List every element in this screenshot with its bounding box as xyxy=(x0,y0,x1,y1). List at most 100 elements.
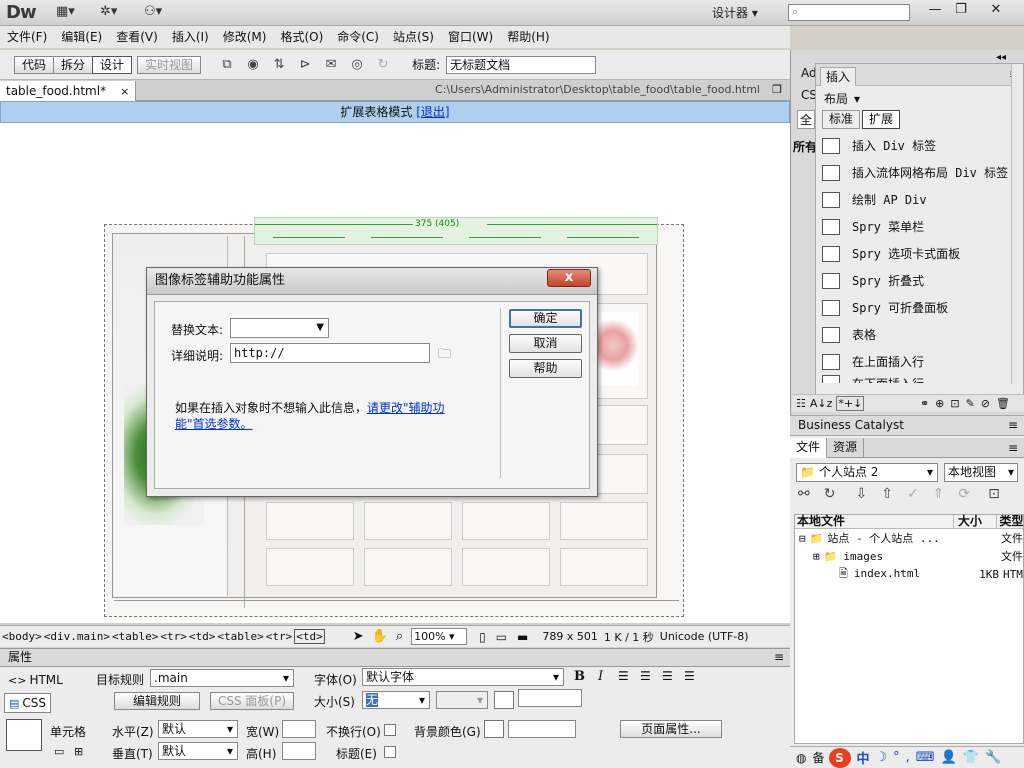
col-type[interactable]: 类型 xyxy=(996,515,1023,528)
panel-tab-all-rules[interactable]: 所有 xyxy=(793,138,817,155)
table-item[interactable]: 表格 xyxy=(816,321,1011,348)
table-width-guide[interactable]: 375 (405) xyxy=(254,217,658,245)
alt-text-combo[interactable]: ▼ xyxy=(230,318,329,338)
live-view-button[interactable]: 实时视图 xyxy=(137,55,202,74)
css-panel-button[interactable]: CSS 面板(P) xyxy=(210,692,294,710)
multiscreen-icon[interactable]: ⧉ xyxy=(214,57,240,72)
browser-compat-icon[interactable]: ✉ xyxy=(318,57,344,72)
collapse-panels-icon[interactable]: ◂◂ xyxy=(996,52,1006,63)
sync-icon[interactable]: ⟳ xyxy=(958,486,970,502)
panel-menu-icon[interactable]: ≡ xyxy=(1008,416,1018,435)
text-color-input[interactable] xyxy=(518,689,582,707)
edit-rule-button[interactable]: 编辑规则 xyxy=(114,692,200,710)
css-actions-icons[interactable]: ⚭⊕⊡✎⊘🗑 xyxy=(920,397,1016,410)
spry-menubar-item[interactable]: Spry 菜单栏 xyxy=(816,213,1011,240)
site-icon[interactable]: ⚇▾ xyxy=(144,4,178,22)
menu-format[interactable]: 格式(O) xyxy=(273,26,330,48)
menu-help[interactable]: 帮助(H) xyxy=(500,26,556,48)
tag-tr-inner[interactable]: <tr> xyxy=(266,630,293,643)
folder-browse-icon[interactable]: 🗀 xyxy=(438,345,451,367)
table-cell[interactable] xyxy=(364,548,452,586)
dialog-close-button[interactable]: x xyxy=(547,269,591,287)
site-root-row[interactable]: ⊟ 📁 站点 - 个人站点 ... 文件 xyxy=(795,529,1023,547)
page-properties-button[interactable]: 页面属性... xyxy=(620,720,722,738)
menu-window[interactable]: 窗口(W) xyxy=(441,26,500,48)
refresh-icon[interactable]: ↻ xyxy=(824,486,836,502)
panel-menu-icon[interactable]: ≡ xyxy=(774,649,784,666)
tab-table-food[interactable]: table_food.html* × xyxy=(0,81,137,101)
menu-edit[interactable]: 编辑(E) xyxy=(54,26,109,48)
size-unit-select[interactable]: ▾ xyxy=(436,691,488,709)
zoom-tool-icon[interactable]: ⌕ xyxy=(396,629,403,644)
table-cell[interactable] xyxy=(462,548,550,586)
design-view-button[interactable]: 设计 xyxy=(92,55,133,74)
spry-collapsible-item[interactable]: Spry 可折叠面板 xyxy=(816,294,1011,321)
align-justify-icon[interactable]: ☰ xyxy=(684,669,695,683)
nowrap-checkbox[interactable] xyxy=(384,724,396,736)
align-left-icon[interactable]: ☰ xyxy=(618,669,629,683)
spry-tabbed-panels-item[interactable]: Spry 选项卡式面板 xyxy=(816,240,1011,267)
expand-icon[interactable]: ⊡ xyxy=(988,486,1000,502)
menu-commands[interactable]: 命令(C) xyxy=(330,26,386,48)
preview-browser-icon[interactable]: ◉ xyxy=(240,57,266,72)
menu-view[interactable]: 查看(V) xyxy=(109,26,165,48)
phone-size-icon[interactable]: ▯ xyxy=(479,630,486,644)
title-input[interactable]: 无标题文档 xyxy=(446,55,597,74)
ok-button[interactable]: 确定 xyxy=(509,309,582,328)
collapse-icon[interactable]: ⊟ xyxy=(799,532,806,545)
close-window-button[interactable]: ✕ xyxy=(976,1,1016,20)
spry-accordion-item[interactable]: Spry 折叠式 xyxy=(816,267,1011,294)
layout-icon[interactable]: ▦▾ xyxy=(56,4,90,22)
connect-icon[interactable]: ⚯ xyxy=(798,486,810,502)
ime-tools-icons[interactable]: ☽°,⌨👤👕🔧 xyxy=(876,750,1008,765)
bold-button[interactable]: B xyxy=(574,669,585,684)
height-input[interactable] xyxy=(282,742,316,760)
split-view-button[interactable]: 拆分 xyxy=(53,55,94,74)
chevron-down-icon[interactable]: ▼ xyxy=(316,319,324,337)
cancel-button[interactable]: 取消 xyxy=(509,334,582,353)
text-color-swatch[interactable] xyxy=(494,691,514,709)
horz-select[interactable]: 默认 ▾ xyxy=(158,720,238,738)
bg-color-swatch[interactable] xyxy=(484,720,504,738)
exit-mode-link[interactable]: [退出] xyxy=(416,105,449,119)
menu-insert[interactable]: 插入(I) xyxy=(165,26,216,48)
target-rule-select[interactable]: .main ▾ xyxy=(150,669,294,687)
business-catalyst-bar[interactable]: Business Catalyst ≡ xyxy=(790,415,1024,436)
restore-doc-icon[interactable]: ❐ xyxy=(772,83,782,96)
tab-extended[interactable]: 扩展 xyxy=(862,110,901,129)
insert-row-above-item[interactable]: 在上面插入行 xyxy=(816,348,1011,375)
col-size[interactable]: 大小 xyxy=(952,515,996,528)
ime-chinese-mode[interactable]: 中 xyxy=(857,748,870,767)
tag-tr[interactable]: <tr> xyxy=(160,630,187,643)
css-mode-button[interactable]: ▤ CSS xyxy=(4,693,52,713)
menu-modify[interactable]: 修改(M) xyxy=(216,26,274,48)
long-desc-input[interactable]: http:// xyxy=(230,343,430,363)
align-right-icon[interactable]: ☰ xyxy=(662,669,673,683)
gear-icon[interactable]: ✲▾ xyxy=(100,4,134,22)
col-local-files[interactable]: 本地文件 xyxy=(795,515,953,528)
sort-icon[interactable]: A↓z xyxy=(810,397,833,410)
images-folder-row[interactable]: ⊞ 📁 images 文件 xyxy=(795,547,1023,565)
window-dims[interactable]: 789 x 501 xyxy=(542,630,598,643)
site-select[interactable]: 📁 个人站点 2 ▾ xyxy=(796,463,938,482)
search-input[interactable]: ⌕ xyxy=(788,4,910,21)
font-select[interactable]: 默认字体 ▾ xyxy=(362,668,564,686)
close-tab-icon[interactable]: × xyxy=(120,82,129,101)
table-cell[interactable] xyxy=(364,502,452,540)
header-checkbox[interactable] xyxy=(384,746,396,758)
sogou-logo[interactable]: S xyxy=(828,747,851,768)
menu-file[interactable]: 文件(F) xyxy=(0,26,54,48)
view-select[interactable]: 本地视图 ▾ xyxy=(944,463,1018,482)
file-management-icon[interactable]: ⇅ xyxy=(266,57,292,72)
properties-titlebar[interactable]: 属性 ≡ xyxy=(0,648,790,667)
bg-color-input[interactable] xyxy=(508,720,576,738)
width-input[interactable] xyxy=(282,720,316,738)
refresh-icon[interactable]: ↻ xyxy=(370,57,396,72)
insert-tab[interactable]: 插入 xyxy=(820,67,857,86)
tag-td[interactable]: <td> xyxy=(189,630,216,643)
align-center-icon[interactable]: ☰ xyxy=(640,669,651,683)
tab-standard[interactable]: 标准 xyxy=(822,110,861,129)
minimize-button[interactable]: — xyxy=(922,1,948,20)
workspace-switcher[interactable]: 设计器 ▾ xyxy=(712,4,758,21)
tag-table[interactable]: <table> xyxy=(112,630,158,643)
